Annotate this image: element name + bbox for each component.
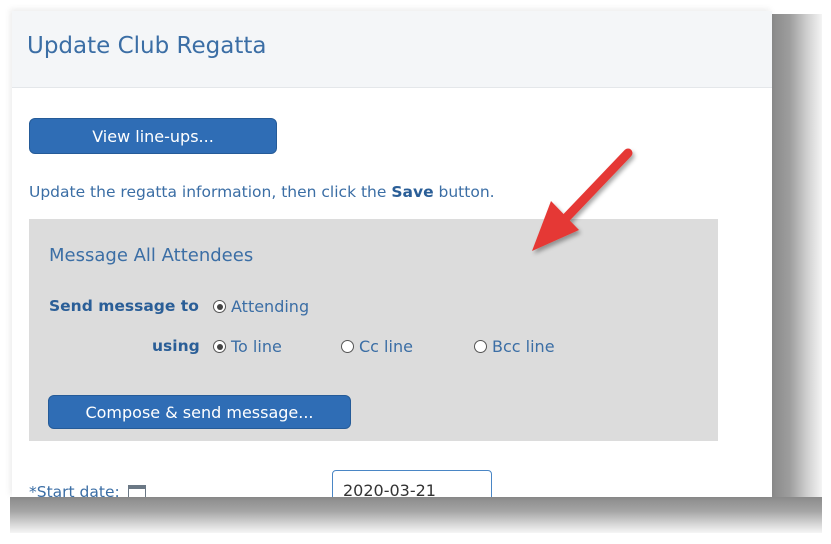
using-cc-line-radio[interactable]: Cc line bbox=[341, 337, 413, 356]
using-label: using bbox=[152, 337, 200, 355]
page-header: Update Club Regatta bbox=[12, 11, 772, 88]
using-bcc-line-radio[interactable]: Bcc line bbox=[474, 337, 555, 356]
instruction-save-word: Save bbox=[391, 183, 434, 201]
start-date-input[interactable] bbox=[332, 470, 492, 497]
send-to-label: Send message to bbox=[49, 297, 199, 315]
page-title: Update Club Regatta bbox=[27, 33, 267, 59]
radio-checked-icon bbox=[213, 300, 226, 313]
instruction-prefix: Update the regatta information, then cli… bbox=[29, 183, 392, 201]
using-option-label: To line bbox=[231, 337, 282, 356]
start-date-label: *Start date: bbox=[29, 483, 120, 497]
instruction-suffix: button. bbox=[433, 183, 495, 201]
radio-checked-icon bbox=[213, 340, 226, 353]
send-to-attending-radio[interactable]: Attending bbox=[213, 297, 309, 316]
view-lineups-button[interactable]: View line-ups... bbox=[29, 118, 277, 154]
using-option-label: Bcc line bbox=[492, 337, 555, 356]
radio-unchecked-icon bbox=[341, 340, 354, 353]
instruction-text: Update the regatta information, then cli… bbox=[29, 183, 495, 201]
calendar-icon[interactable] bbox=[127, 484, 146, 497]
screenshot-shadow-right bbox=[772, 14, 822, 524]
using-option-label: Cc line bbox=[359, 337, 413, 356]
screenshot-frame: Update Club Regatta View line-ups... Upd… bbox=[12, 11, 772, 497]
panel-title: Message All Attendees bbox=[49, 245, 254, 266]
compose-send-message-button[interactable]: Compose & send message... bbox=[48, 395, 351, 429]
send-to-option-label: Attending bbox=[231, 297, 310, 316]
screenshot-shadow-bottom bbox=[10, 497, 822, 533]
message-attendees-panel: Message All Attendees Send message to At… bbox=[29, 219, 718, 441]
start-date-label-row: *Start date: bbox=[29, 483, 146, 497]
radio-unchecked-icon bbox=[474, 340, 487, 353]
using-to-line-radio[interactable]: To line bbox=[213, 337, 282, 356]
